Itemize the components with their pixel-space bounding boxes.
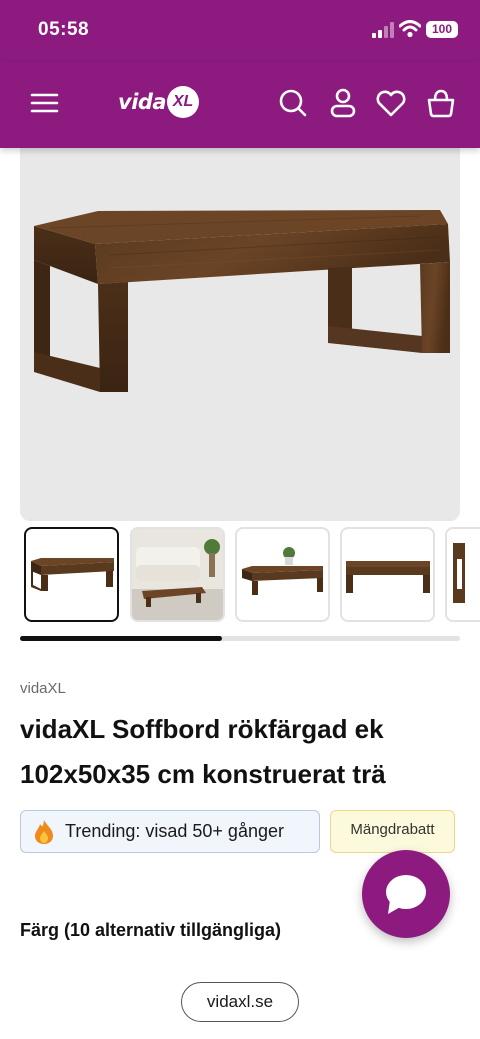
trending-badge: Trending: visad 50+ gånger — [20, 810, 320, 853]
flame-icon — [35, 819, 53, 844]
chat-bubble-icon — [386, 875, 426, 914]
signal-icon — [372, 22, 394, 38]
account-icon[interactable] — [326, 86, 360, 120]
color-options-title: Färg (10 alternativ tillgängliga) — [20, 920, 282, 940]
cart-icon[interactable] — [424, 86, 458, 120]
discount-badge[interactable]: Mängdrabatt — [330, 810, 455, 853]
search-icon[interactable] — [276, 86, 310, 120]
thumbnail-product[interactable] — [24, 527, 119, 622]
product-title: vidaXL Soffbord rökfärgad ek 102x50x35 c… — [20, 714, 386, 789]
logo-mark: XL — [167, 86, 200, 118]
menu-icon[interactable] — [28, 86, 62, 120]
wifi-icon — [399, 20, 421, 38]
thumbnail-strip — [24, 527, 480, 623]
trending-label: Trending: visad 50+ gånger — [65, 821, 284, 841]
gallery-scroll-indicator-fill — [20, 636, 223, 641]
battery-icon: 100 — [426, 21, 458, 38]
thumbnail-livingroom[interactable] — [130, 527, 225, 622]
product-brand[interactable]: vidaXL — [20, 680, 66, 697]
vidaxl-logo[interactable]: vida XL — [118, 82, 200, 122]
coffee-table-image — [34, 210, 450, 392]
status-bar: 05:58 100 — [0, 0, 480, 62]
thumbnail-partial[interactable] — [445, 527, 480, 622]
chat-button[interactable] — [362, 850, 450, 938]
thumbnail-side-view[interactable] — [340, 527, 435, 622]
status-time: 05:58 — [38, 19, 90, 40]
gallery-scroll-indicator — [20, 636, 460, 641]
site-header: vida XL — [0, 62, 480, 148]
browser-url-bar[interactable]: vidaxl.se — [181, 982, 299, 1022]
product-main-image[interactable] — [20, 140, 460, 521]
thumbnail-styled-table[interactable] — [235, 527, 330, 622]
logo-text: vida — [118, 90, 167, 114]
heart-icon[interactable] — [374, 86, 408, 120]
